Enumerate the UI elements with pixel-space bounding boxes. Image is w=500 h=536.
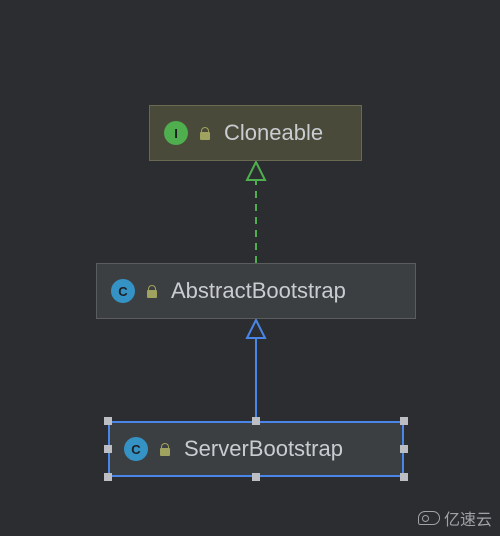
interface-badge: I [164,121,188,145]
edge-implements-arrowhead [247,162,265,180]
edge-extends-arrowhead [247,320,265,338]
selection-handle[interactable] [104,445,112,453]
node-label: Cloneable [224,120,323,146]
lock-icon [158,442,172,456]
node-cloneable[interactable]: I Cloneable [149,105,362,161]
cloud-icon [418,511,440,525]
class-badge: C [124,437,148,461]
selection-handle[interactable] [400,473,408,481]
watermark: 亿速云 [418,506,492,530]
watermark-text: 亿速云 [444,506,492,530]
node-abstract-bootstrap[interactable]: C AbstractBootstrap [96,263,416,319]
diagram-canvas[interactable]: I Cloneable C AbstractBootstrap C Server… [0,0,500,536]
lock-icon [145,284,159,298]
node-label: AbstractBootstrap [171,278,346,304]
node-server-bootstrap[interactable]: C ServerBootstrap [108,421,404,477]
lock-icon [198,126,212,140]
selection-handle[interactable] [104,473,112,481]
node-label: ServerBootstrap [184,436,343,462]
selection-handle[interactable] [252,473,260,481]
selection-handle[interactable] [104,417,112,425]
selection-handle[interactable] [400,445,408,453]
selection-handle[interactable] [252,417,260,425]
selection-handle[interactable] [400,417,408,425]
class-badge: C [111,279,135,303]
